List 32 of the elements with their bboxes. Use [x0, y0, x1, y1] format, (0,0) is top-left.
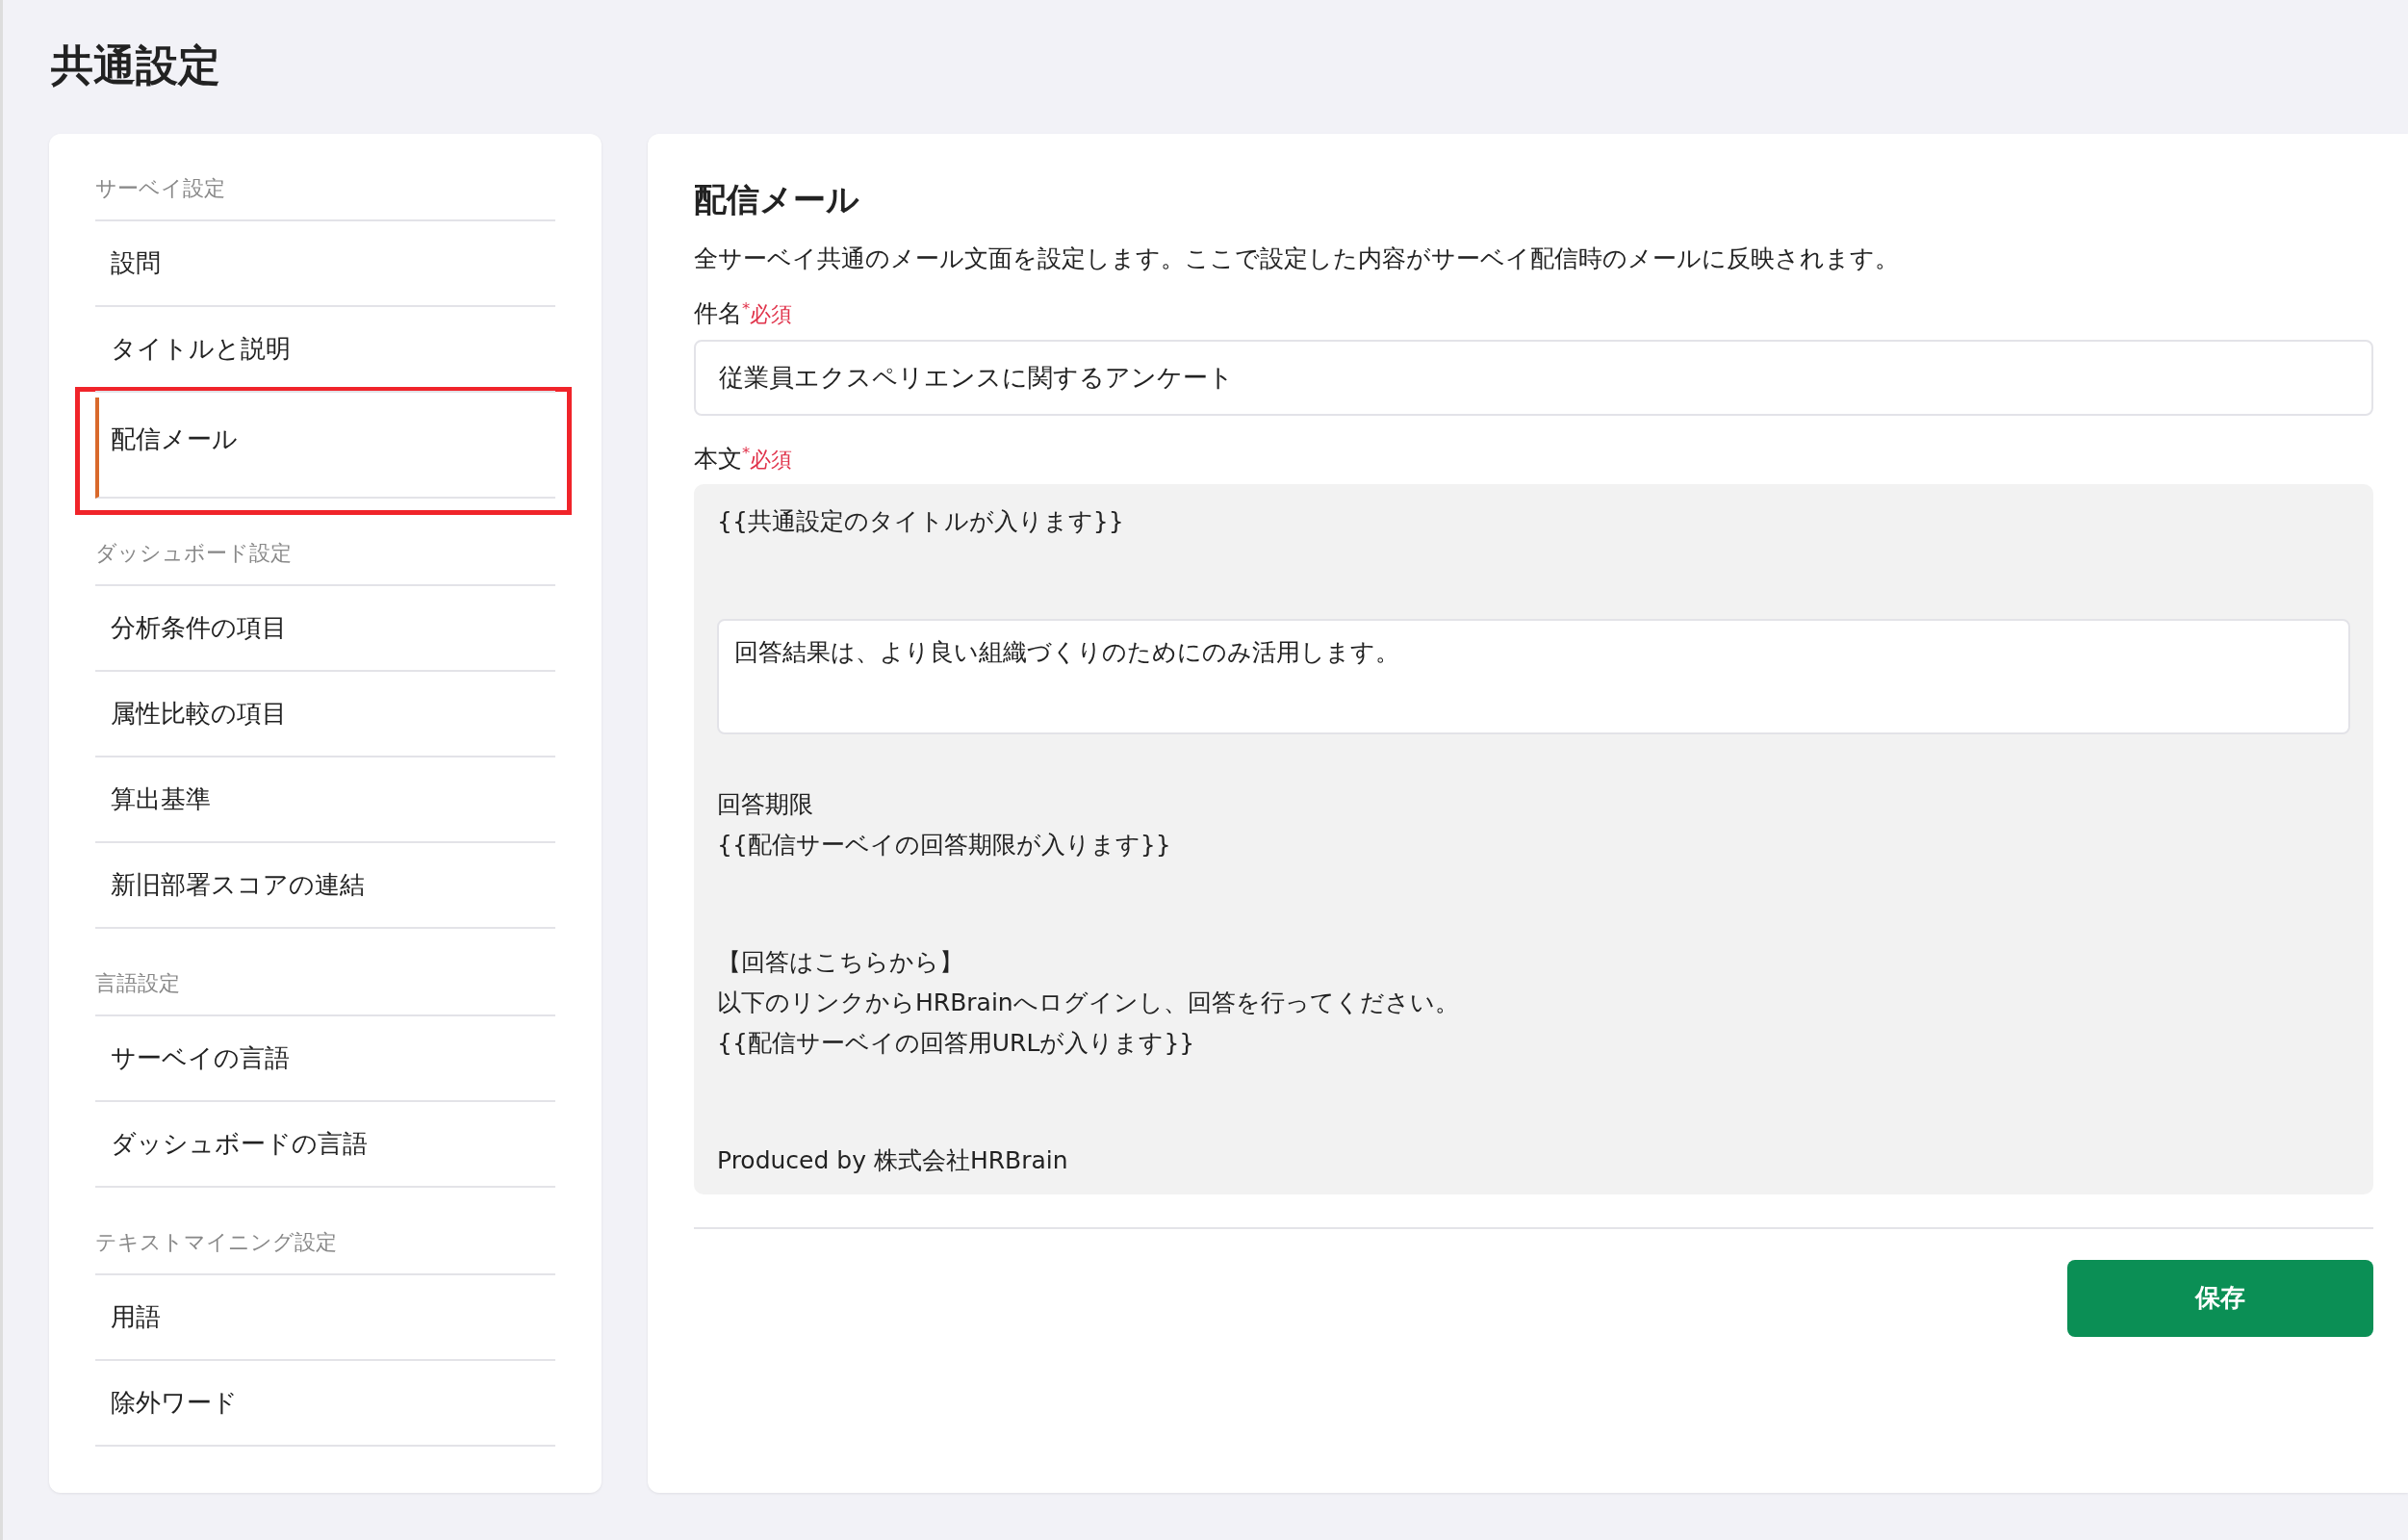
- field-label: 件名: [694, 299, 742, 328]
- sidebar-item[interactable]: 除外ワード: [95, 1360, 555, 1447]
- sidebar-item[interactable]: タイトルと説明: [95, 306, 555, 393]
- body-text-line: {{共通設定のタイトルが入ります}}: [717, 506, 1125, 538]
- sidebar-item[interactable]: 新旧部署スコアの連結: [95, 842, 555, 929]
- body-text-line: 回答期限: [717, 788, 814, 820]
- description-text: 全サーベイ共通のメール文面を設定します。ここで設定した内容がサーベイ配信時のメールに反映されます。: [694, 243, 1900, 274]
- required-label: $^{*}$必須: [742, 302, 793, 327]
- field-label: 本文: [694, 444, 742, 473]
- section-heading: ダッシュボード設定: [95, 536, 555, 586]
- required-label: $^{*}$必須: [742, 447, 793, 472]
- panel-title: 配信メール: [694, 179, 860, 219]
- section-heading: テキストマイニング設定: [95, 1225, 555, 1275]
- body-text-line: 以下のリンクからHRBrainへログインし、回答を行ってください。: [717, 987, 1460, 1018]
- sidebar-item[interactable]: 配信メール: [95, 397, 555, 499]
- sidebar-item[interactable]: 設問: [95, 220, 555, 307]
- subject-field[interactable]: 従業員エクスペリエンスに関するアンケート: [694, 339, 2373, 416]
- section-heading: 言語設定: [95, 966, 555, 1016]
- sidebar-item[interactable]: サーベイの言語: [95, 1015, 555, 1102]
- sidebar-item[interactable]: 分析条件の項目: [95, 585, 555, 672]
- page-title: 共通設定: [51, 40, 221, 91]
- body-text-line: {{配信サーベイの回答用URLが入ります}}: [717, 1027, 1196, 1059]
- sidebar-item[interactable]: 算出基準: [95, 757, 555, 843]
- text-area[interactable]: 回答結果は、より良い組織づくりのためにのみ活用します。: [717, 619, 2350, 734]
- sidebar-item[interactable]: ダッシュボードの言語: [95, 1101, 555, 1188]
- body-text-line: 【回答はこちらから】: [717, 946, 964, 978]
- save-button[interactable]: 保存: [2067, 1259, 2373, 1337]
- body-text-line: {{配信サーベイの回答期限が入ります}}: [717, 829, 1172, 860]
- sidebar-item[interactable]: 用語: [95, 1274, 555, 1361]
- sidebar-item[interactable]: 属性比較の項目: [95, 671, 555, 757]
- section-heading: サーベイ設定: [95, 171, 555, 221]
- body-text-line: Produced by 株式会社HRBrain: [717, 1144, 1069, 1176]
